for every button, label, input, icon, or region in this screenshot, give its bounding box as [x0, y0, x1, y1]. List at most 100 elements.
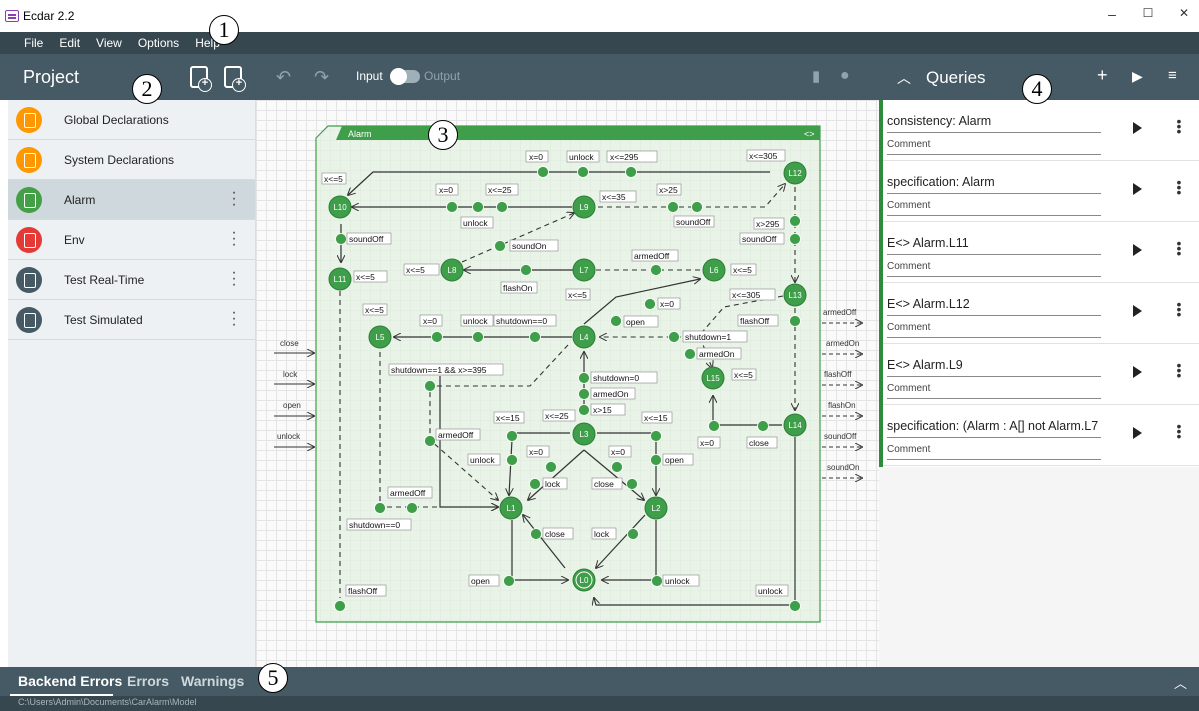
svg-text:soundOff: soundOff — [349, 234, 384, 244]
run-query-icon[interactable] — [1133, 366, 1142, 378]
callout-5: 5 — [258, 663, 288, 693]
svg-text:x<=25: x<=25 — [545, 411, 569, 421]
delete-icon[interactable]: ▮ — [812, 67, 820, 85]
query-item: specification: (Alarm : A[] not Alarm.L7… — [883, 405, 1199, 466]
query-comment-field[interactable]: Comment — [887, 322, 1101, 338]
run-query-icon[interactable] — [1133, 183, 1142, 195]
query-item: E<> Alarm.L9 Comment • • • — [883, 344, 1199, 405]
svg-text:L15: L15 — [706, 374, 720, 383]
menu-bar: File Edit View Options Help — [0, 32, 1199, 54]
run-all-queries-icon[interactable]: ▶ — [1132, 68, 1143, 85]
palette-icon[interactable]: ● — [840, 67, 850, 85]
query-field[interactable]: consistency: Alarm — [887, 114, 1101, 133]
svg-text:unlock: unlock — [470, 455, 495, 465]
svg-text:x<=5: x<=5 — [734, 370, 753, 380]
undo-icon[interactable]: ↶ — [276, 67, 291, 88]
run-query-icon[interactable] — [1133, 122, 1142, 134]
query-field[interactable]: E<> Alarm.L11 — [887, 236, 1101, 255]
query-comment-field[interactable]: Comment — [887, 261, 1101, 277]
query-options-icon[interactable]: • • • — [1176, 114, 1182, 138]
svg-text:unlock: unlock — [665, 576, 690, 586]
output-armedon: armedOn — [826, 339, 859, 348]
query-options-icon[interactable]: • • • — [1176, 175, 1182, 199]
collapse-queries-icon[interactable]: ︿ — [897, 68, 911, 88]
project-item-system-declarations[interactable]: System Declarations — [8, 140, 255, 180]
query-options-icon[interactable]: • • • — [1176, 419, 1182, 443]
minimize-icon[interactable]: – — [1102, 6, 1122, 22]
query-comment-field[interactable]: Comment — [887, 444, 1101, 460]
output-flashon: flashOn — [828, 401, 856, 410]
tab-warnings[interactable]: Warnings — [181, 673, 244, 689]
query-field[interactable]: E<> Alarm.L9 — [887, 358, 1101, 377]
callout-1: 1 — [209, 15, 239, 45]
svg-text:x=0: x=0 — [529, 152, 543, 162]
tab-errors[interactable]: Errors — [127, 673, 169, 689]
input-output-toggle[interactable] — [390, 68, 420, 85]
project-item-label: Env — [64, 232, 85, 247]
query-options-icon[interactable]: • • • — [1176, 236, 1182, 260]
query-comment-field[interactable]: Comment — [887, 200, 1101, 216]
add-system-button[interactable] — [224, 66, 246, 92]
project-item-alarm[interactable]: Alarm · · · — [8, 180, 255, 220]
expand-messages-icon[interactable]: ︿ — [1174, 673, 1187, 692]
svg-text:x>25: x>25 — [659, 185, 678, 195]
project-item-label: Test Real-Time — [64, 272, 145, 287]
query-field[interactable]: specification: Alarm — [887, 175, 1101, 194]
window-title: Ecdar 2.2 — [23, 9, 75, 23]
project-item-label: Test Simulated — [64, 312, 143, 327]
input-label: Input — [356, 69, 383, 83]
query-options-icon[interactable]: • • • — [1176, 358, 1182, 382]
menu-edit[interactable]: Edit — [59, 36, 80, 50]
svg-text:x=0: x=0 — [423, 316, 437, 326]
project-item-env[interactable]: Env · · · — [8, 220, 255, 260]
redo-icon[interactable]: ↷ — [314, 67, 329, 88]
project-item-global-declarations[interactable]: Global Declarations — [8, 100, 255, 140]
close-icon[interactable]: ✕ — [1174, 6, 1194, 20]
queries-list: consistency: Alarm Comment • • • specifica… — [879, 100, 1199, 467]
svg-text:flashOn: flashOn — [503, 283, 533, 293]
editor-canvas[interactable]: Alarm <> close lock open unlock armedOff… — [256, 100, 879, 667]
svg-text:shutdown==1 && x>=395: shutdown==1 && x>=395 — [391, 365, 487, 375]
svg-text:L12: L12 — [788, 169, 802, 178]
svg-text:x=0: x=0 — [611, 447, 625, 457]
more-options-icon[interactable]: · · · — [231, 305, 237, 333]
svg-text:open: open — [665, 455, 684, 465]
tab-backend-errors[interactable]: Backend Errors — [18, 673, 122, 689]
svg-text:close: close — [594, 479, 614, 489]
add-component-button[interactable] — [190, 66, 212, 92]
input-close: close — [280, 339, 299, 348]
query-comment-field[interactable]: Comment — [887, 139, 1101, 155]
more-options-icon[interactable]: · · · — [231, 185, 237, 213]
svg-text:shutdown=0: shutdown=0 — [593, 373, 639, 383]
output-flashoff: flashOff — [824, 370, 852, 379]
project-item-test-real-time[interactable]: Test Real-Time · · · — [8, 260, 255, 300]
svg-text:L11: L11 — [334, 275, 347, 284]
query-options-icon[interactable]: • • • — [1176, 297, 1182, 321]
add-query-icon[interactable]: + — [1097, 65, 1108, 86]
queries-title: Queries — [926, 68, 986, 87]
menu-view[interactable]: View — [96, 36, 122, 50]
query-item: specification: Alarm Comment • • • — [883, 161, 1199, 222]
project-path: C:\Users\Admin\Documents\CarAlarm\Model — [18, 697, 197, 707]
maximize-icon[interactable]: ☐ — [1138, 6, 1158, 20]
query-field[interactable]: E<> Alarm.L12 — [887, 297, 1101, 316]
clear-queries-icon[interactable]: ≡ — [1168, 67, 1177, 84]
run-query-icon[interactable] — [1133, 427, 1142, 439]
output-label: Output — [424, 69, 461, 83]
svg-text:x<=15: x<=15 — [496, 413, 520, 423]
more-options-icon[interactable]: · · · — [231, 265, 237, 293]
more-options-icon[interactable]: · · · — [231, 225, 237, 253]
query-field[interactable]: specification: (Alarm : A[] not Alarm.L7 — [887, 419, 1101, 438]
output-soundoff: soundOff — [824, 432, 857, 441]
run-query-icon[interactable] — [1133, 244, 1142, 256]
expand-code-icon[interactable]: <> — [804, 129, 815, 139]
svg-text:shutdown==0: shutdown==0 — [349, 520, 400, 530]
query-comment-field[interactable]: Comment — [887, 383, 1101, 399]
project-item-test-simulated[interactable]: Test Simulated · · · — [8, 300, 255, 340]
run-query-icon[interactable] — [1133, 305, 1142, 317]
component-header — [336, 126, 820, 140]
menu-options[interactable]: Options — [138, 36, 179, 50]
output-soundon: soundOn — [827, 463, 859, 472]
menu-file[interactable]: File — [24, 36, 43, 50]
svg-text:x<=5: x<=5 — [406, 265, 425, 275]
